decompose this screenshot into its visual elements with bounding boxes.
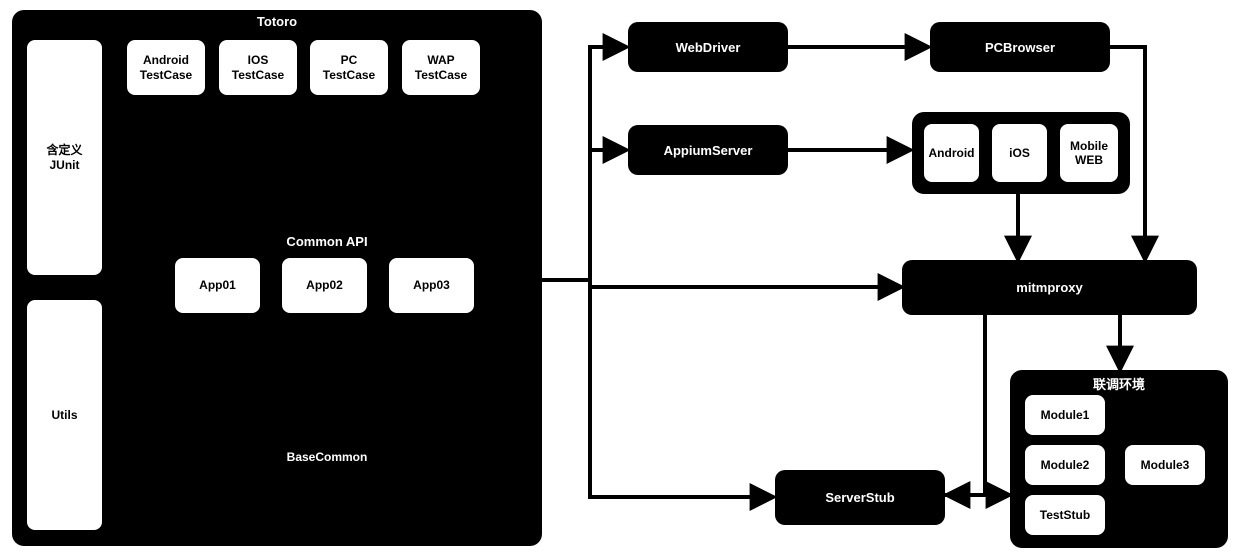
mitmproxy-box: mitmproxy (902, 260, 1197, 315)
pcbrowser-box: PCBrowser (930, 22, 1110, 72)
totoro-container: Totoro 含定义 JUnit Utils Android TestCase … (12, 10, 542, 546)
utils-box: Utils (27, 300, 102, 530)
basecommon-box: BaseCommon (157, 405, 497, 510)
junit-box: 含定义 JUnit (27, 40, 102, 275)
platforms-container: Android iOS Mobile WEB (912, 112, 1130, 194)
commonapi-app3: App03 (389, 258, 474, 313)
testcase-pc: PC TestCase (310, 40, 388, 95)
testcase-android: Android TestCase (127, 40, 205, 95)
totoro-title: Totoro (257, 14, 297, 29)
commonapi-app1: App01 (175, 258, 260, 313)
serverstub-box: ServerStub (775, 470, 945, 525)
env-module3: Module3 (1125, 445, 1205, 485)
platform-android: Android (924, 124, 979, 182)
env-title: 联调环境 (1093, 374, 1145, 393)
testcase-ios: IOS TestCase (219, 40, 297, 95)
commonapi-container: Common API App01 App02 App03 (157, 230, 497, 335)
env-module1: Module1 (1025, 395, 1105, 435)
env-container: 联调环境 Module1 Module2 TestStub Module3 (1010, 370, 1228, 548)
platform-ios: iOS (992, 124, 1047, 182)
webdriver-box: WebDriver (628, 22, 788, 72)
commonapi-title: Common API (286, 234, 367, 250)
testcase-wap: WAP TestCase (402, 40, 480, 95)
env-teststub: TestStub (1025, 495, 1105, 535)
appiumserver-box: AppiumServer (628, 125, 788, 175)
platform-mobileweb: Mobile WEB (1060, 124, 1118, 182)
commonapi-app2: App02 (282, 258, 367, 313)
env-module2: Module2 (1025, 445, 1105, 485)
